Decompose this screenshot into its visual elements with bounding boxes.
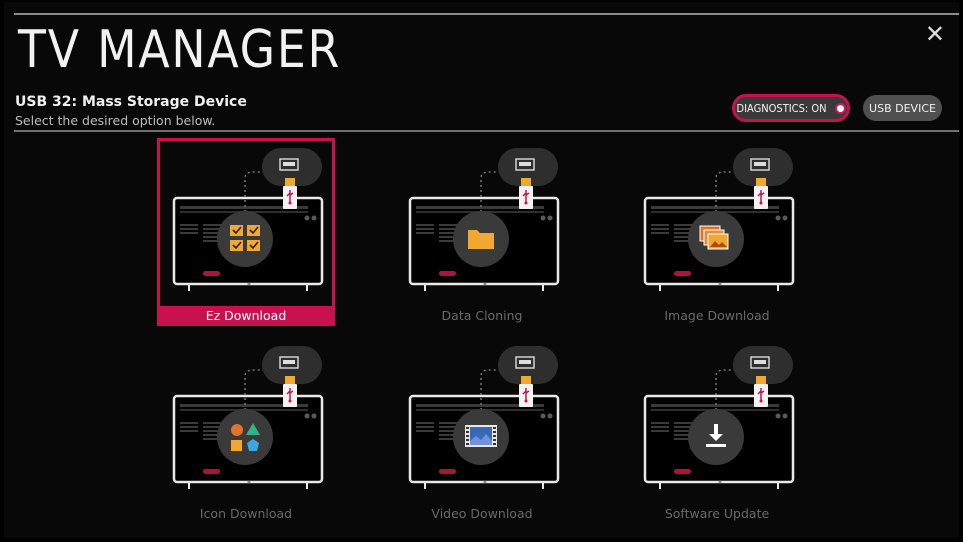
film-icon [453, 409, 509, 465]
option-ez-download[interactable]: Ez Download [157, 138, 335, 326]
diagnostics-status-icon [834, 102, 846, 114]
diagnostics-button[interactable]: DIAGNOSTICS: ON [732, 94, 850, 122]
option-label: Software Update [664, 506, 770, 521]
device-name: USB 32: Mass Storage Device [15, 94, 247, 110]
option-label: Image Download [664, 308, 770, 323]
usb-device-button[interactable]: USB DEVICE [863, 95, 942, 121]
folder-icon [453, 211, 509, 267]
option-icon-download[interactable]: Icon Download [157, 336, 335, 524]
option-label: Icon Download [199, 506, 293, 521]
download-arrow-icon [688, 409, 744, 465]
option-label: Ez Download [157, 306, 335, 326]
option-label: Video Download [431, 506, 533, 521]
checklist-icon [217, 211, 273, 267]
top-divider [14, 13, 959, 15]
shapes-icon [217, 409, 273, 465]
header-divider [14, 130, 959, 132]
option-software-update[interactable]: Software Update [628, 336, 806, 524]
device-instruction: Select the desired option below. [15, 113, 216, 128]
option-label: Data Cloning [441, 308, 523, 323]
option-video-download[interactable]: Video Download [393, 336, 571, 524]
tv-manager-screen: TV MANAGER ✕ USB 32: Mass Storage Device… [4, 2, 959, 538]
option-data-cloning[interactable]: Data Cloning [393, 138, 571, 326]
diagnostics-label: DIAGNOSTICS: ON [736, 101, 827, 115]
option-image-download[interactable]: Image Download [628, 138, 806, 326]
page-title: TV MANAGER [18, 20, 342, 80]
images-icon [688, 211, 744, 267]
close-icon[interactable]: ✕ [925, 22, 945, 46]
